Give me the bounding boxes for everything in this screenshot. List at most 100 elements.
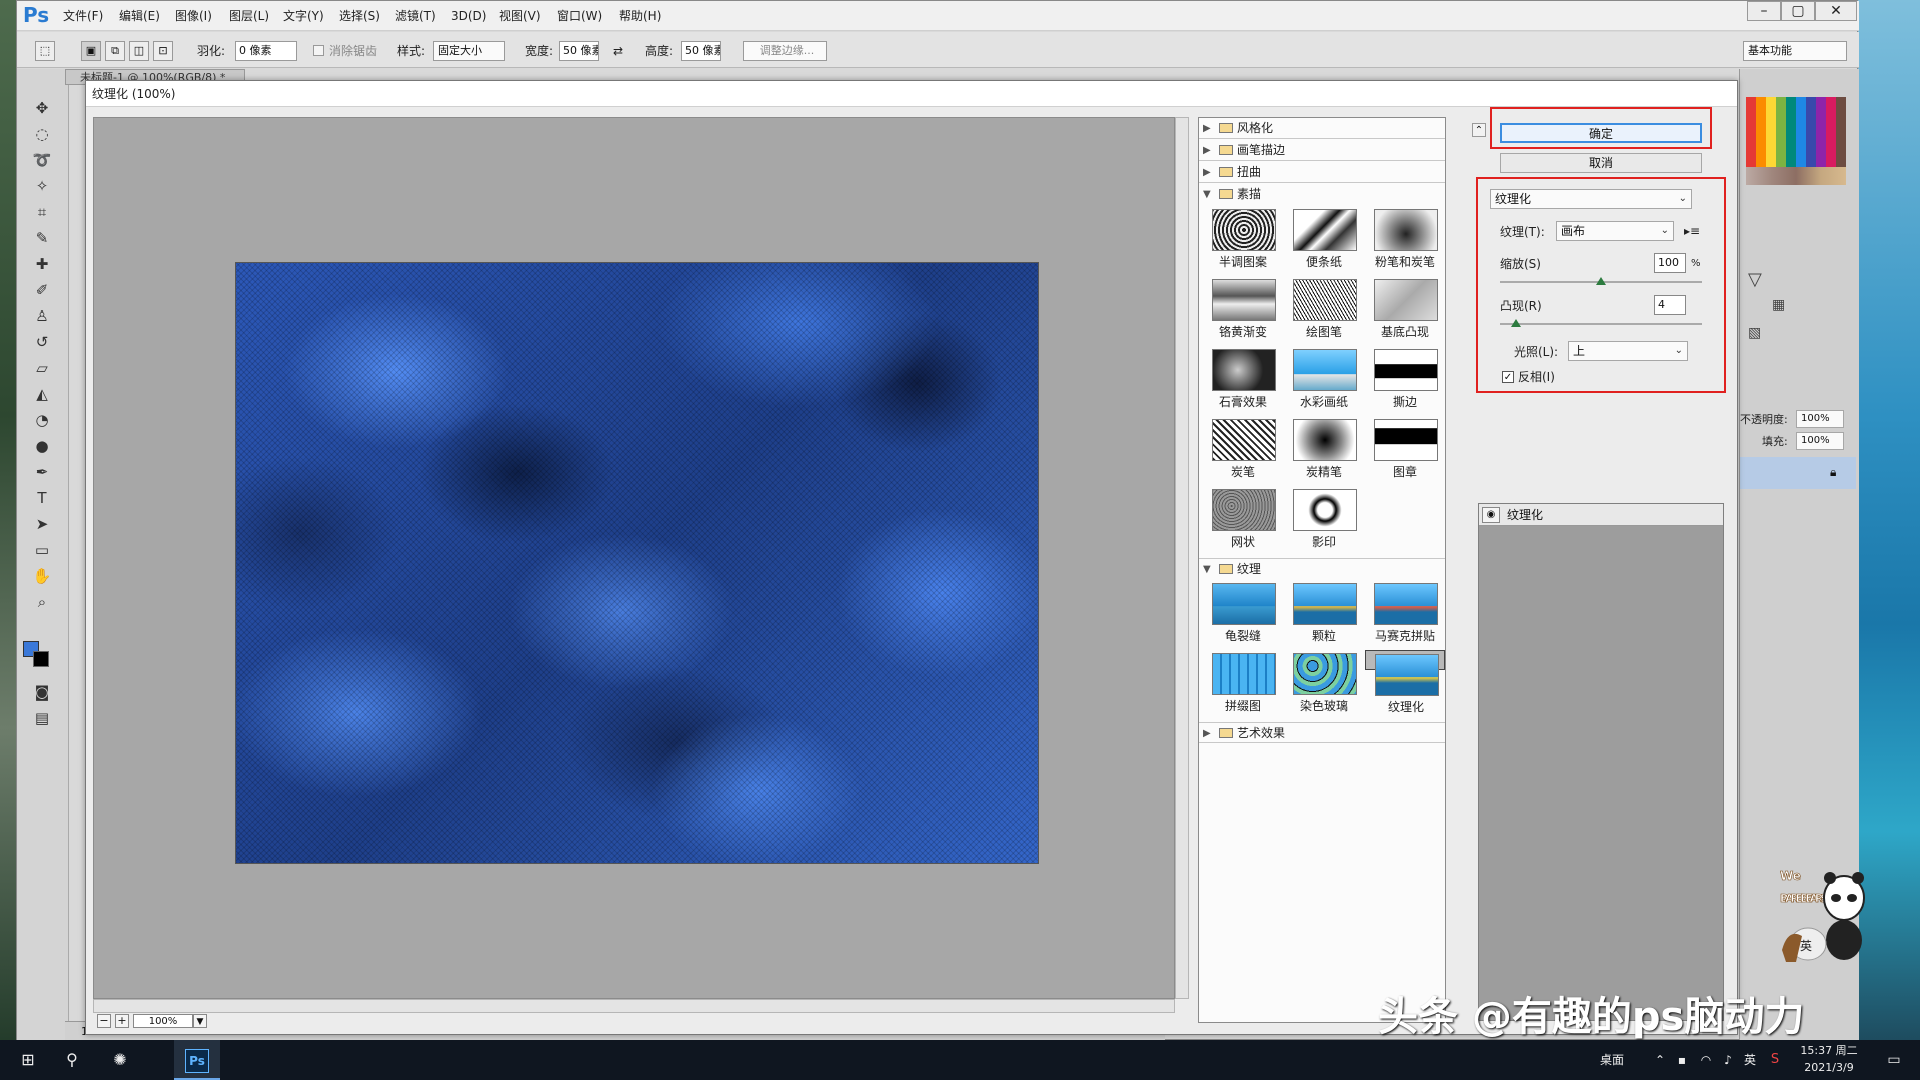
cancel-button[interactable]: 取消 (1500, 153, 1702, 173)
folder-texture[interactable]: ▼ 纹理 (1199, 558, 1445, 579)
notification-icon[interactable]: ▭ (1874, 1040, 1914, 1080)
invert-checkbox[interactable]: ✓ (1502, 371, 1514, 383)
filter-thumb-reticulation[interactable]: 网状 (1203, 486, 1283, 556)
filter-thumb-stamp[interactable]: 图章 (1365, 416, 1445, 486)
paint-bucket-icon[interactable]: ◭ (25, 383, 59, 405)
app-pinwheel-icon[interactable]: ✺ (100, 1040, 140, 1080)
texture-select[interactable]: 画布 ⌄ (1556, 221, 1674, 241)
desktop-label[interactable]: 桌面 (1592, 1040, 1632, 1080)
menu-type[interactable]: 文字(Y) (283, 7, 324, 25)
filter-thumb-texturizer-selected[interactable]: 纹理化 (1365, 650, 1445, 714)
filter-thumb-conte-crayon[interactable]: 炭精笔 (1284, 416, 1364, 486)
eraser-tool-icon[interactable]: ▱ (25, 357, 59, 379)
healing-brush-icon[interactable]: ✚ (25, 253, 59, 275)
antialias-checkbox[interactable] (313, 45, 324, 56)
ok-button[interactable]: 确定 (1500, 123, 1702, 143)
folder-artistic[interactable]: ▶ 艺术效果 (1199, 722, 1445, 743)
folder-brush-strokes[interactable]: ▶ 画笔描边 (1199, 140, 1445, 161)
workspace-select[interactable]: 基本功能 (1743, 41, 1847, 61)
refine-edge-button[interactable]: 调整边缘... (743, 41, 827, 61)
scale-input[interactable]: 100 (1654, 253, 1686, 273)
swatches-row[interactable] (1746, 167, 1846, 185)
menu-select[interactable]: 选择(S) (339, 7, 380, 25)
maximize-button[interactable]: ▢ (1781, 1, 1815, 21)
scale-slider-thumb[interactable] (1596, 277, 1606, 285)
filter-thumb-halftone[interactable]: 半调图案 (1203, 206, 1283, 276)
tray-chevron-icon[interactable]: ⌃ (1650, 1040, 1670, 1080)
grid-icon[interactable]: ▦ (1772, 297, 1785, 313)
folder-distort[interactable]: ▶ 扭曲 (1199, 162, 1445, 183)
background-color-swatch[interactable] (33, 651, 49, 667)
menu-window[interactable]: 窗口(W) (557, 7, 602, 25)
menu-layer[interactable]: 图层(L) (229, 7, 269, 25)
feather-input[interactable]: 0 像素 (235, 41, 297, 61)
zoom-tool-icon[interactable]: ⌕ (25, 591, 59, 613)
menu-image[interactable]: 图像(I) (175, 7, 212, 25)
filter-thumb-bas-relief[interactable]: 基底凸现 (1365, 276, 1445, 346)
minimize-button[interactable]: – (1747, 1, 1781, 21)
screen-mode-icon[interactable]: ▤ (25, 707, 59, 729)
close-window-button[interactable]: ✕ (1815, 1, 1857, 21)
filter-thumb-photocopy[interactable]: 影印 (1284, 486, 1364, 556)
pen-tool-icon[interactable]: ✒ (25, 461, 59, 483)
chevron-down-icon[interactable]: ▼ (193, 1014, 207, 1028)
eyedropper-icon[interactable]: ✎ (25, 227, 59, 249)
photoshop-taskbar-icon[interactable]: Ps (174, 1040, 220, 1080)
relief-slider-track[interactable] (1500, 323, 1702, 325)
quick-mask-icon[interactable]: ◙ (25, 681, 59, 703)
type-tool-icon[interactable]: T (25, 487, 59, 509)
menu-view[interactable]: 视图(V) (499, 7, 541, 25)
filter-thumb-stained-glass[interactable]: 染色玻璃 (1284, 650, 1364, 720)
new-selection-icon[interactable]: ▣ (81, 41, 101, 61)
menu-file[interactable]: 文件(F) (63, 7, 103, 25)
network-icon[interactable]: ◠ (1696, 1040, 1716, 1080)
menu-filter[interactable]: 滤镜(T) (395, 7, 436, 25)
gallery-scrollbar[interactable] (1448, 117, 1460, 1023)
filter-select[interactable]: 纹理化 ⌄ (1490, 189, 1692, 209)
filter-thumb-chalk-charcoal[interactable]: 粉笔和炭笔 (1365, 206, 1445, 276)
filter-thumb-grain[interactable]: 颗粒 (1284, 580, 1364, 650)
style-select[interactable]: 固定大小 (433, 41, 505, 61)
selected-layer-row[interactable]: 🔒︎ (1740, 457, 1856, 489)
windows-start-icon[interactable]: ⊞ (8, 1040, 48, 1080)
filter-thumb-mosaic-tiles[interactable]: 马赛克拼贴 (1365, 580, 1445, 650)
hand-tool-icon[interactable]: ✋ (25, 565, 59, 587)
marquee-tool-preset-icon[interactable]: ⬚ (35, 41, 55, 61)
intersect-selection-icon[interactable]: ⊡ (153, 41, 173, 61)
filter-thumb-chrome[interactable]: 铬黄渐变 (1203, 276, 1283, 346)
opacity-input[interactable]: 100% (1796, 410, 1844, 428)
folder-stylize[interactable]: ▶ 风格化 (1199, 118, 1445, 139)
filter-thumb-note-paper[interactable]: 便条纸 (1284, 206, 1364, 276)
filter-thumb-plaster[interactable]: 石膏效果 (1203, 346, 1283, 416)
filter-thumb-graphic-pen[interactable]: 绘图笔 (1284, 276, 1364, 346)
tray-app-icon[interactable]: ▪ (1672, 1040, 1692, 1080)
fill-input[interactable]: 100% (1796, 432, 1844, 450)
zoom-in-button[interactable]: + (115, 1014, 129, 1028)
filter-thumb-patchwork[interactable]: 拼缀图 (1203, 650, 1283, 720)
filter-thumb-craquelure[interactable]: 龟裂缝 (1203, 580, 1283, 650)
blur-tool-icon[interactable]: ◔ (25, 409, 59, 431)
path-select-icon[interactable]: ➤ (25, 513, 59, 535)
height-input[interactable]: 50 像素 (681, 41, 721, 61)
stamp-tool-icon[interactable]: ♙ (25, 305, 59, 327)
folder-sketch[interactable]: ▼ 素描 (1199, 184, 1445, 205)
brush-tool-icon[interactable]: ✐ (25, 279, 59, 301)
texture-preview-image[interactable] (235, 262, 1039, 864)
subtract-selection-icon[interactable]: ◫ (129, 41, 149, 61)
sogou-icon[interactable]: S (1764, 1040, 1786, 1080)
zoom-select[interactable]: 100% (133, 1014, 193, 1028)
menu-help[interactable]: 帮助(H) (619, 7, 661, 25)
volume-icon[interactable]: ♪ (1718, 1040, 1738, 1080)
dodge-tool-icon[interactable]: ● (25, 435, 59, 457)
lasso-tool-icon[interactable]: ➰ (25, 149, 59, 171)
zoom-out-button[interactable]: − (97, 1014, 111, 1028)
move-tool-icon[interactable]: ✥ (25, 97, 59, 119)
width-input[interactable]: 50 像素 (559, 41, 599, 61)
relief-input[interactable]: 4 (1654, 295, 1686, 315)
light-select[interactable]: 上 ⌄ (1568, 341, 1688, 361)
add-selection-icon[interactable]: ⧉ (105, 41, 125, 61)
adjustment-icon[interactable]: ▽ (1748, 269, 1762, 290)
shape-tool-icon[interactable]: ▭ (25, 539, 59, 561)
eye-icon[interactable]: ◉ (1482, 507, 1500, 523)
system-clock[interactable]: 15:37 周二 2021/3/9 (1796, 1042, 1862, 1078)
